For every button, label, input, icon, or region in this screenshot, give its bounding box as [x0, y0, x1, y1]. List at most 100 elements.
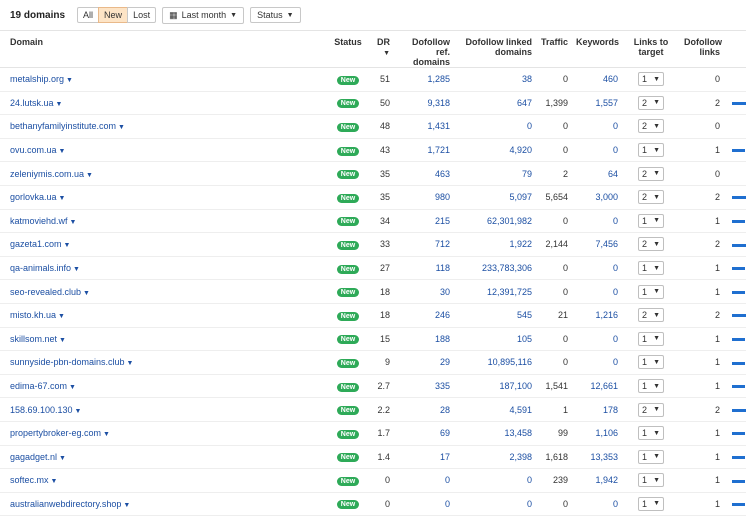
- chevron-down-icon[interactable]: ▼: [84, 172, 93, 179]
- chevron-down-icon[interactable]: ▼: [116, 124, 125, 131]
- col-dofollow-ref-domains[interactable]: Dofollow ref. domains: [394, 31, 454, 68]
- chevron-down-icon[interactable]: ▼: [49, 478, 57, 485]
- chevron-down-icon[interactable]: ▼: [121, 502, 130, 509]
- domain-link[interactable]: misto.kh.ua: [10, 310, 56, 320]
- keywords-link[interactable]: 3,000: [595, 192, 618, 202]
- keywords-link[interactable]: 0: [613, 145, 618, 155]
- linked-domains-link[interactable]: 647: [517, 98, 532, 108]
- chevron-down-icon[interactable]: ▼: [56, 313, 65, 320]
- ref-domains-link[interactable]: 30: [440, 287, 450, 297]
- domain-link[interactable]: softec.mx: [10, 475, 49, 485]
- chevron-down-icon[interactable]: ▼: [68, 219, 76, 226]
- ref-domains-link[interactable]: 712: [435, 239, 450, 249]
- domain-link[interactable]: metalship.org: [10, 74, 64, 84]
- ref-domains-link[interactable]: 980: [435, 192, 450, 202]
- filter-all-button[interactable]: All: [77, 7, 100, 23]
- domain-link[interactable]: edima-67.com: [10, 381, 67, 391]
- domain-link[interactable]: katmoviehd.wf: [10, 216, 68, 226]
- ref-domains-link[interactable]: 335: [435, 381, 450, 391]
- date-range-dropdown[interactable]: ▦ Last month ▼: [162, 6, 245, 24]
- ref-domains-link[interactable]: 69: [440, 428, 450, 438]
- linked-domains-link[interactable]: 62,301,982: [487, 216, 532, 226]
- keywords-link[interactable]: 0: [613, 287, 618, 297]
- links-to-target-select[interactable]: 1 ▼: [638, 143, 664, 158]
- ref-domains-link[interactable]: 246: [435, 310, 450, 320]
- ref-domains-link[interactable]: 0: [445, 499, 450, 509]
- linked-domains-link[interactable]: 105: [517, 334, 532, 344]
- ref-domains-link[interactable]: 1,285: [427, 74, 450, 84]
- linked-domains-link[interactable]: 5,097: [509, 192, 532, 202]
- chevron-down-icon[interactable]: ▼: [57, 455, 66, 462]
- keywords-link[interactable]: 1,216: [595, 310, 618, 320]
- domain-link[interactable]: qa-animals.info: [10, 263, 71, 273]
- links-to-target-select[interactable]: 1 ▼: [638, 449, 664, 464]
- col-domain[interactable]: Domain: [0, 31, 330, 68]
- col-traffic[interactable]: Traffic: [536, 31, 572, 68]
- chevron-down-icon[interactable]: ▼: [71, 266, 80, 273]
- keywords-link[interactable]: 64: [608, 169, 618, 179]
- domain-link[interactable]: seo-revealed.club: [10, 287, 81, 297]
- keywords-link[interactable]: 0: [613, 216, 618, 226]
- keywords-link[interactable]: 0: [613, 499, 618, 509]
- chevron-down-icon[interactable]: ▼: [101, 431, 110, 438]
- linked-domains-link[interactable]: 79: [522, 169, 532, 179]
- chevron-down-icon[interactable]: ▼: [57, 337, 66, 344]
- linked-domains-link[interactable]: 0: [527, 121, 532, 131]
- col-status[interactable]: Status: [330, 31, 366, 68]
- chevron-down-icon[interactable]: ▼: [57, 148, 65, 155]
- domain-link[interactable]: propertybroker-eg.com: [10, 428, 101, 438]
- keywords-link[interactable]: 1,106: [595, 428, 618, 438]
- keywords-link[interactable]: 0: [613, 357, 618, 367]
- links-to-target-select[interactable]: 2 ▼: [638, 119, 664, 134]
- ref-domains-link[interactable]: 215: [435, 216, 450, 226]
- domain-link[interactable]: ovu.com.ua: [10, 145, 57, 155]
- ref-domains-link[interactable]: 1,431: [427, 121, 450, 131]
- ref-domains-link[interactable]: 188: [435, 334, 450, 344]
- links-to-target-select[interactable]: 1 ▼: [638, 213, 664, 228]
- chevron-down-icon[interactable]: ▼: [64, 77, 73, 84]
- ref-domains-link[interactable]: 29: [440, 357, 450, 367]
- ref-domains-link[interactable]: 0: [445, 475, 450, 485]
- col-dr[interactable]: DR ▼: [366, 31, 394, 68]
- keywords-link[interactable]: 0: [613, 121, 618, 131]
- ref-domains-link[interactable]: 9,318: [427, 98, 450, 108]
- domain-link[interactable]: 158.69.100.130: [10, 405, 73, 415]
- keywords-link[interactable]: 1,557: [595, 98, 618, 108]
- keywords-link[interactable]: 1,942: [595, 475, 618, 485]
- ref-domains-link[interactable]: 1,721: [427, 145, 450, 155]
- filter-lost-button[interactable]: Lost: [127, 7, 157, 23]
- keywords-link[interactable]: 0: [613, 334, 618, 344]
- chevron-down-icon[interactable]: ▼: [54, 101, 62, 108]
- keywords-link[interactable]: 12,661: [590, 381, 618, 391]
- links-to-target-select[interactable]: 1 ▼: [638, 331, 664, 346]
- links-to-target-select[interactable]: 1 ▼: [638, 284, 664, 299]
- linked-domains-link[interactable]: 0: [527, 475, 532, 485]
- chevron-down-icon[interactable]: ▼: [73, 408, 82, 415]
- chevron-down-icon[interactable]: ▼: [125, 360, 134, 367]
- linked-domains-link[interactable]: 13,458: [504, 428, 532, 438]
- keywords-link[interactable]: 178: [603, 405, 618, 415]
- col-links-to-target[interactable]: Links to target: [622, 31, 680, 68]
- ref-domains-link[interactable]: 17: [440, 452, 450, 462]
- status-dropdown[interactable]: Status ▼: [250, 7, 301, 23]
- links-to-target-select[interactable]: 1 ▼: [638, 496, 664, 511]
- chevron-down-icon[interactable]: ▼: [62, 242, 70, 249]
- linked-domains-link[interactable]: 10,895,116: [488, 357, 532, 367]
- ref-domains-link[interactable]: 463: [435, 169, 450, 179]
- filter-new-button[interactable]: New: [98, 7, 129, 23]
- col-keywords[interactable]: Keywords: [572, 31, 622, 68]
- links-to-target-select[interactable]: 1 ▼: [638, 355, 664, 370]
- chevron-down-icon[interactable]: ▼: [81, 290, 90, 297]
- col-dofollow-linked-domains[interactable]: Dofollow linked domains: [454, 31, 536, 68]
- ref-domains-link[interactable]: 118: [436, 263, 450, 273]
- links-to-target-select[interactable]: 1 ▼: [638, 426, 664, 441]
- keywords-link[interactable]: 0: [613, 263, 618, 273]
- keywords-link[interactable]: 460: [603, 74, 618, 84]
- linked-domains-link[interactable]: 12,391,725: [487, 287, 532, 297]
- domain-link[interactable]: 24.lutsk.ua: [10, 98, 54, 108]
- ref-domains-link[interactable]: 28: [440, 405, 450, 415]
- keywords-link[interactable]: 13,353: [590, 452, 618, 462]
- linked-domains-link[interactable]: 38: [522, 74, 532, 84]
- domain-link[interactable]: zeleniymis.com.ua: [10, 169, 84, 179]
- links-to-target-select[interactable]: 1 ▼: [638, 72, 664, 87]
